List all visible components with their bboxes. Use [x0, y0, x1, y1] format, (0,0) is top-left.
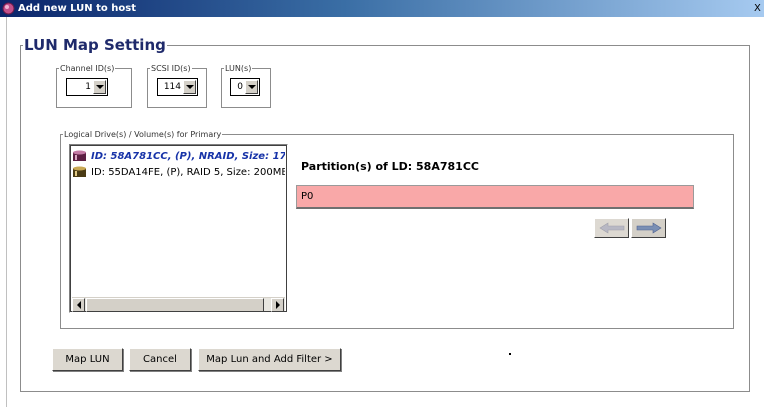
- list-item-label: ID: 55DA14FE, (P), RAID 5, Size: 200MB: [91, 166, 285, 178]
- decorative-dot: [509, 353, 511, 355]
- chevron-down-icon[interactable]: [245, 80, 258, 94]
- cancel-button[interactable]: Cancel: [129, 348, 191, 371]
- lun-value: 0: [237, 82, 243, 92]
- channel-select[interactable]: 1: [66, 78, 108, 96]
- horizontal-scrollbar[interactable]: [72, 297, 285, 312]
- scsi-label: SCSI ID(s): [151, 64, 191, 73]
- database-icon: [73, 150, 86, 161]
- list-item-label: ID: 58A781CC, (P), NRAID, Size: 17245: [91, 150, 285, 162]
- chevron-down-icon[interactable]: [183, 80, 196, 94]
- channel-value: 1: [85, 82, 91, 92]
- channel-label: Channel ID(s): [60, 64, 115, 73]
- scroll-right-icon[interactable]: [271, 298, 284, 312]
- partition-title: Partition(s) of LD: 58A781CC: [301, 160, 479, 173]
- scrollbar-thumb[interactable]: [86, 298, 264, 312]
- lun-map-heading: LUN Map Setting: [24, 36, 166, 54]
- arrow-right-icon: [636, 222, 662, 234]
- database-icon: [73, 166, 86, 177]
- lun-label: LUN(s): [225, 64, 252, 73]
- move-left-button[interactable]: [594, 218, 629, 238]
- lun-select[interactable]: 0: [230, 78, 260, 96]
- list-item[interactable]: ID: 55DA14FE, (P), RAID 5, Size: 200MB: [73, 165, 285, 179]
- window-edge: [6, 17, 7, 407]
- scsi-value: 114: [163, 82, 181, 92]
- map-lun-add-filter-button[interactable]: Map Lun and Add Filter >: [198, 348, 341, 371]
- logical-drive-label: Logical Drive(s) / Volume(s) for Primary: [64, 130, 222, 139]
- app-icon: [2, 2, 15, 15]
- map-lun-button[interactable]: Map LUN: [52, 348, 123, 371]
- scroll-left-icon[interactable]: [72, 298, 85, 312]
- arrow-left-icon: [598, 222, 624, 234]
- scsi-select[interactable]: 114: [157, 78, 198, 96]
- partition-row[interactable]: P0: [296, 185, 694, 209]
- title-bar: Add new LUN to host X: [0, 0, 764, 17]
- window-title: Add new LUN to host: [18, 3, 136, 14]
- move-right-button[interactable]: [631, 218, 666, 238]
- chevron-down-icon[interactable]: [93, 80, 106, 94]
- logical-drive-list[interactable]: ID: 58A781CC, (P), NRAID, Size: 17245 ID…: [69, 144, 288, 313]
- list-item[interactable]: ID: 58A781CC, (P), NRAID, Size: 17245: [73, 149, 285, 163]
- close-button[interactable]: X: [754, 1, 764, 16]
